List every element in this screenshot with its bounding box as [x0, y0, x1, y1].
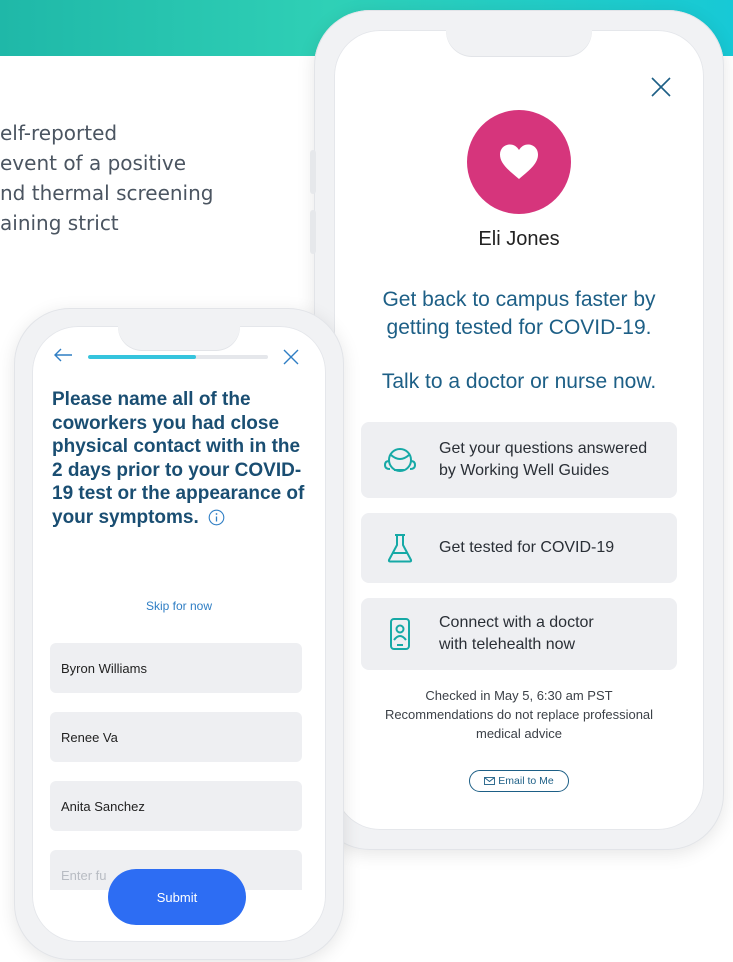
option-label-line: Connect with a doctor	[439, 614, 594, 631]
email-button-label: Email to Me	[498, 775, 554, 787]
headline-line: Get back to campus faster by	[382, 288, 656, 311]
background-line: elf-reported	[0, 121, 118, 145]
side-button	[310, 150, 316, 194]
coworker-name-input[interactable]: Byron Williams	[50, 643, 302, 693]
option-label-line: by Working Well Guides	[439, 462, 610, 479]
disclaimer-line: Recommendations do not replace professio…	[384, 707, 654, 722]
close-icon[interactable]	[282, 348, 300, 366]
back-arrow-icon[interactable]	[52, 346, 74, 364]
phone-doctor-icon	[390, 618, 410, 650]
option-questions-guides[interactable]: Get your questions answered by Working W…	[361, 422, 677, 498]
headline-line: getting tested for COVID-19.	[386, 316, 652, 339]
heart-icon	[500, 144, 538, 179]
disclaimer-line: medical advice	[476, 726, 562, 741]
background-line: aining strict	[0, 211, 119, 235]
option-get-tested[interactable]: Get tested for COVID-19	[361, 513, 677, 583]
checked-in-time: Checked in May 5, 6:30 am PST	[425, 688, 613, 703]
progress-bar	[88, 355, 268, 359]
results-phone-mockup: Eli Jones Get back to campus faster by g…	[310, 10, 724, 850]
option-label-line: with telehealth now	[439, 636, 576, 653]
user-name: Eli Jones	[478, 228, 560, 250]
envelope-icon	[484, 777, 496, 785]
phone-notch	[446, 30, 592, 56]
option-label-line: Get your questions answered	[439, 440, 648, 457]
background-paragraph: elf-reported event of a positive nd ther…	[0, 118, 330, 238]
info-icon[interactable]	[208, 509, 225, 526]
submit-button[interactable]: Submit	[108, 869, 246, 925]
skip-for-now-link[interactable]: Skip for now	[14, 599, 344, 613]
option-telehealth[interactable]: Connect with a doctor with telehealth no…	[361, 598, 677, 670]
question-text: Please name all of the coworkers you had…	[52, 389, 305, 528]
headline: Get back to campus faster by getting tes…	[314, 286, 724, 342]
headset-icon	[383, 448, 417, 472]
checked-in-info: Checked in May 5, 6:30 am PST Recommenda…	[344, 686, 694, 743]
coworker-name-input[interactable]: Anita Sanchez	[50, 781, 302, 831]
background-line: event of a positive	[0, 151, 187, 175]
background-line: nd thermal screening	[0, 181, 214, 205]
progress-bar-fill	[88, 355, 196, 359]
contacts-phone-mockup: Please name all of the coworkers you had…	[14, 308, 344, 960]
email-to-me-button[interactable]: Email to Me	[469, 770, 569, 792]
close-icon[interactable]	[650, 76, 672, 98]
heart-avatar	[467, 110, 571, 214]
question-heading: Please name all of the coworkers you had…	[52, 388, 314, 529]
coworker-name-input[interactable]: Renee Va	[50, 712, 302, 762]
phone-notch	[118, 326, 240, 350]
flask-icon	[387, 534, 413, 563]
option-label-line: Get tested for COVID-19	[439, 539, 615, 556]
talk-prompt: Talk to a doctor or nurse now.	[381, 370, 657, 393]
